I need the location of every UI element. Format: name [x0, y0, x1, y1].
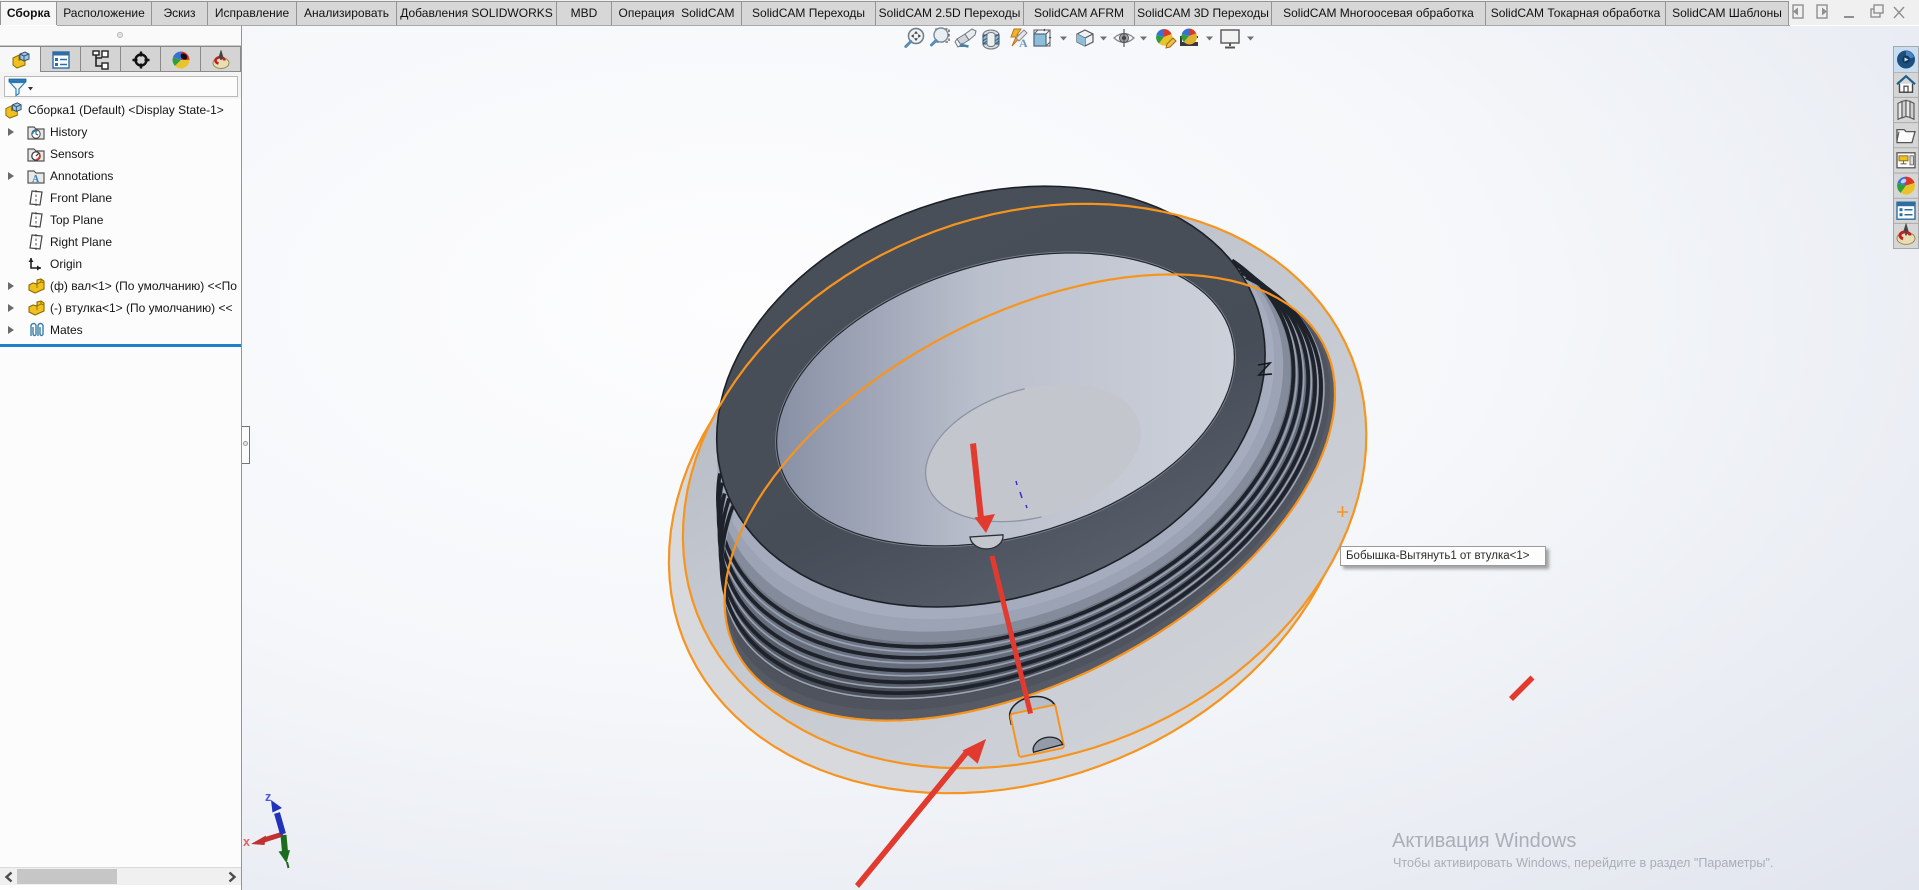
svg-text:x: x: [243, 835, 250, 849]
svg-text:A: A: [32, 174, 40, 185]
svg-text:A: A: [1019, 36, 1028, 50]
svg-text:z: z: [265, 790, 271, 804]
